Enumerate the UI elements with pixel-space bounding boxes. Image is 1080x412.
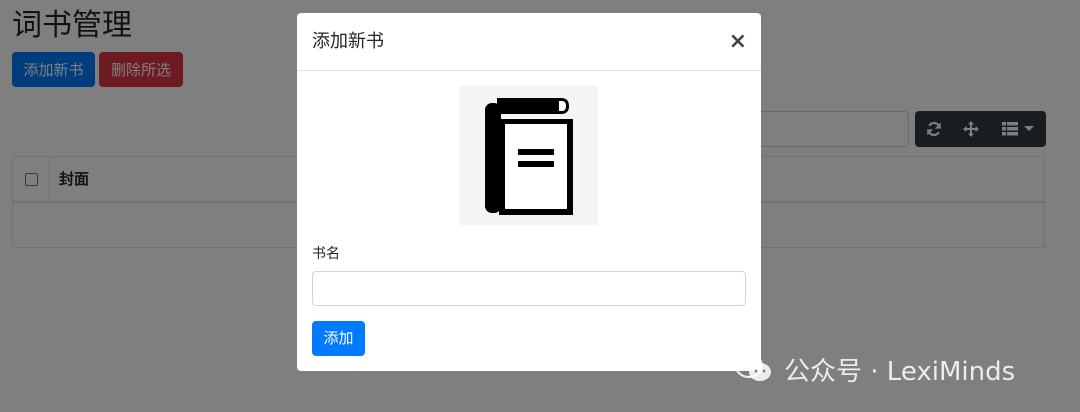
watermark-text: 公众号 · LexiMinds: [784, 356, 1016, 387]
book-name-input[interactable]: [312, 271, 746, 306]
modal-header: 添加新书 ×: [297, 13, 761, 71]
book-name-label: 书名: [312, 246, 340, 262]
book-icon: [484, 97, 573, 215]
modal-title: 添加新书: [312, 31, 384, 52]
submit-add-button[interactable]: 添加: [312, 321, 365, 356]
page: 词书管理 添加新书 删除所选: [0, 0, 1080, 412]
wechat-icon: [734, 353, 771, 381]
add-book-modal: 添加新书 × 书名 添加: [297, 13, 761, 371]
watermark: 公众号 · LexiMinds: [734, 348, 1015, 390]
cover-image-picker[interactable]: [459, 86, 598, 225]
close-button[interactable]: ×: [729, 29, 747, 55]
